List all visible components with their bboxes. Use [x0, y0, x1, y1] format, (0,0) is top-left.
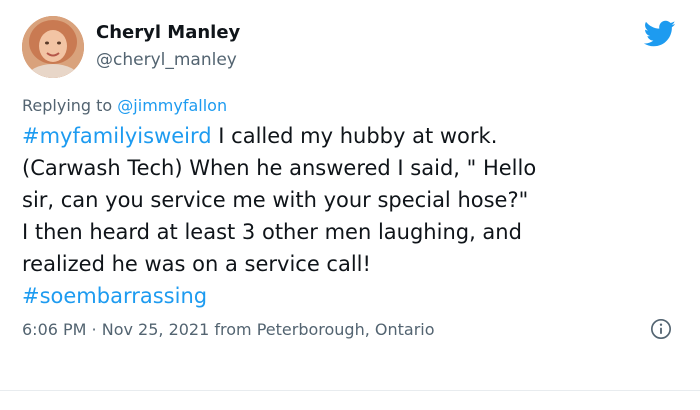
tweet-timestamp[interactable]: 6:06 PM · Nov 25, 2021 from Peterborough… — [22, 320, 435, 339]
hashtag-link[interactable]: #soembarrassing — [22, 284, 207, 308]
avatar[interactable] — [22, 16, 84, 78]
hashtag-link[interactable]: #myfamilyisweird — [22, 124, 212, 148]
tweet-line-5: realized he was on a service call! — [22, 252, 371, 276]
reply-prefix: Replying to — [22, 96, 118, 115]
info-icon[interactable] — [650, 318, 672, 340]
reply-context: Replying to @jimmyfallon — [22, 96, 227, 115]
tweet-line-1: #myfamilyisweird I called my hubby at wo… — [22, 120, 682, 152]
display-name[interactable]: Cheryl Manley — [96, 22, 240, 43]
tweet-text: #myfamilyisweird I called my hubby at wo… — [22, 120, 682, 312]
reply-mention-link[interactable]: @jimmyfallon — [117, 96, 227, 115]
tweet-line-4: I then heard at least 3 other men laughi… — [22, 220, 522, 244]
tweet-line-6: #soembarrassing — [22, 280, 682, 312]
tweet-line-2: (Carwash Tech) When he answered I said, … — [22, 156, 537, 180]
avatar-photo-icon — [22, 16, 84, 78]
user-handle[interactable]: @cheryl_manley — [96, 50, 237, 70]
tweet-line-3: sir, can you service me with your specia… — [22, 188, 529, 212]
twitter-bird-icon[interactable] — [644, 20, 676, 48]
card-divider — [0, 390, 700, 391]
tweet-text-segment: I called my hubby at work. — [211, 124, 498, 148]
tweet-card: Cheryl Manley @cheryl_manley Replying to… — [0, 0, 700, 410]
